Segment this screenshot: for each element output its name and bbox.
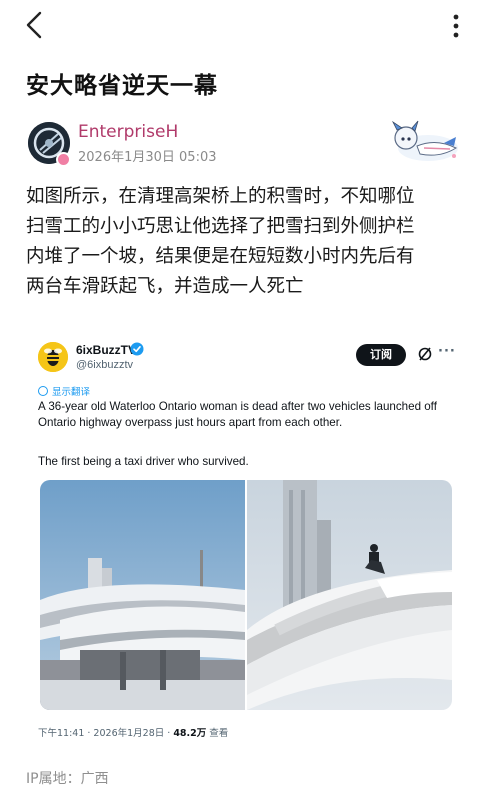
tweet-handle[interactable]: @6ixbuzztv	[76, 359, 133, 371]
tweet-more-button[interactable]: ···	[438, 344, 456, 359]
tweet-photo-overpass[interactable]	[40, 480, 245, 710]
decoration-sticker	[384, 118, 466, 168]
back-button[interactable]	[22, 10, 46, 40]
more-vertical-icon	[453, 14, 459, 38]
show-translation-link[interactable]: 显示翻译	[38, 384, 90, 398]
top-bar	[0, 0, 487, 52]
tweet-view-label: 查看	[206, 728, 229, 739]
author-name[interactable]: EnterpriseH	[78, 122, 178, 142]
snow-ramp-photo	[247, 480, 452, 710]
post-body-line: 如图所示，在清理高架桥上的积雪时，不知哪位	[26, 186, 415, 207]
more-button[interactable]	[451, 12, 461, 40]
post-body: 如图所示，在清理高架桥上的积雪时，不知哪位 扫雪工的小小巧思让他选择了把雪扫到外…	[26, 182, 466, 302]
tweet-view-count: 48.2万	[173, 728, 207, 739]
tweet-text: A 36-year old Waterloo Ontario woman is …	[38, 400, 437, 429]
avatar-badge	[56, 152, 71, 167]
grok-icon[interactable]	[417, 346, 433, 362]
post-time: 2026年1月30日 05:03	[78, 150, 217, 165]
tweet-meta: 下午11:41 · 2026年1月28日 · 48.2万 查看	[38, 725, 228, 739]
embedded-tweet-screenshot[interactable]: 6ixBuzzTV @6ixbuzztv 订阅 ··· 显示翻译 A 36-ye…	[26, 336, 462, 746]
tweet-display-name[interactable]: 6ixBuzzTV	[76, 343, 136, 357]
post-body-line: 扫雪工的小小巧思让他选择了把雪扫到外侧护栏	[26, 216, 415, 237]
post-body-line: 两台车滑跃起飞，并造成一人死亡	[26, 276, 304, 297]
post-title: 安大略省逆天一幕	[26, 73, 218, 99]
overpass-photo	[40, 480, 245, 710]
ip-location: IP属地：广西	[26, 771, 109, 787]
tweet-text-second: The first being a taxi driver who surviv…	[38, 455, 249, 468]
tweet-avatar[interactable]	[38, 342, 68, 372]
subscribe-button[interactable]: 订阅	[356, 344, 406, 366]
chevron-left-icon	[26, 11, 42, 39]
verified-badge-icon	[130, 342, 144, 356]
translate-label: 显示翻译	[52, 387, 91, 398]
translate-icon	[38, 386, 48, 396]
post-body-line: 内堆了一个坡，结果便是在短短数小时内先后有	[26, 246, 415, 267]
bee-logo-icon	[38, 342, 68, 372]
tweet-timestamp: 下午11:41 · 2026年1月28日 ·	[38, 728, 174, 739]
author-row: EnterpriseH 2026年1月30日 05:03	[26, 118, 466, 170]
tweet-photo-snow-ramp[interactable]	[247, 480, 452, 710]
